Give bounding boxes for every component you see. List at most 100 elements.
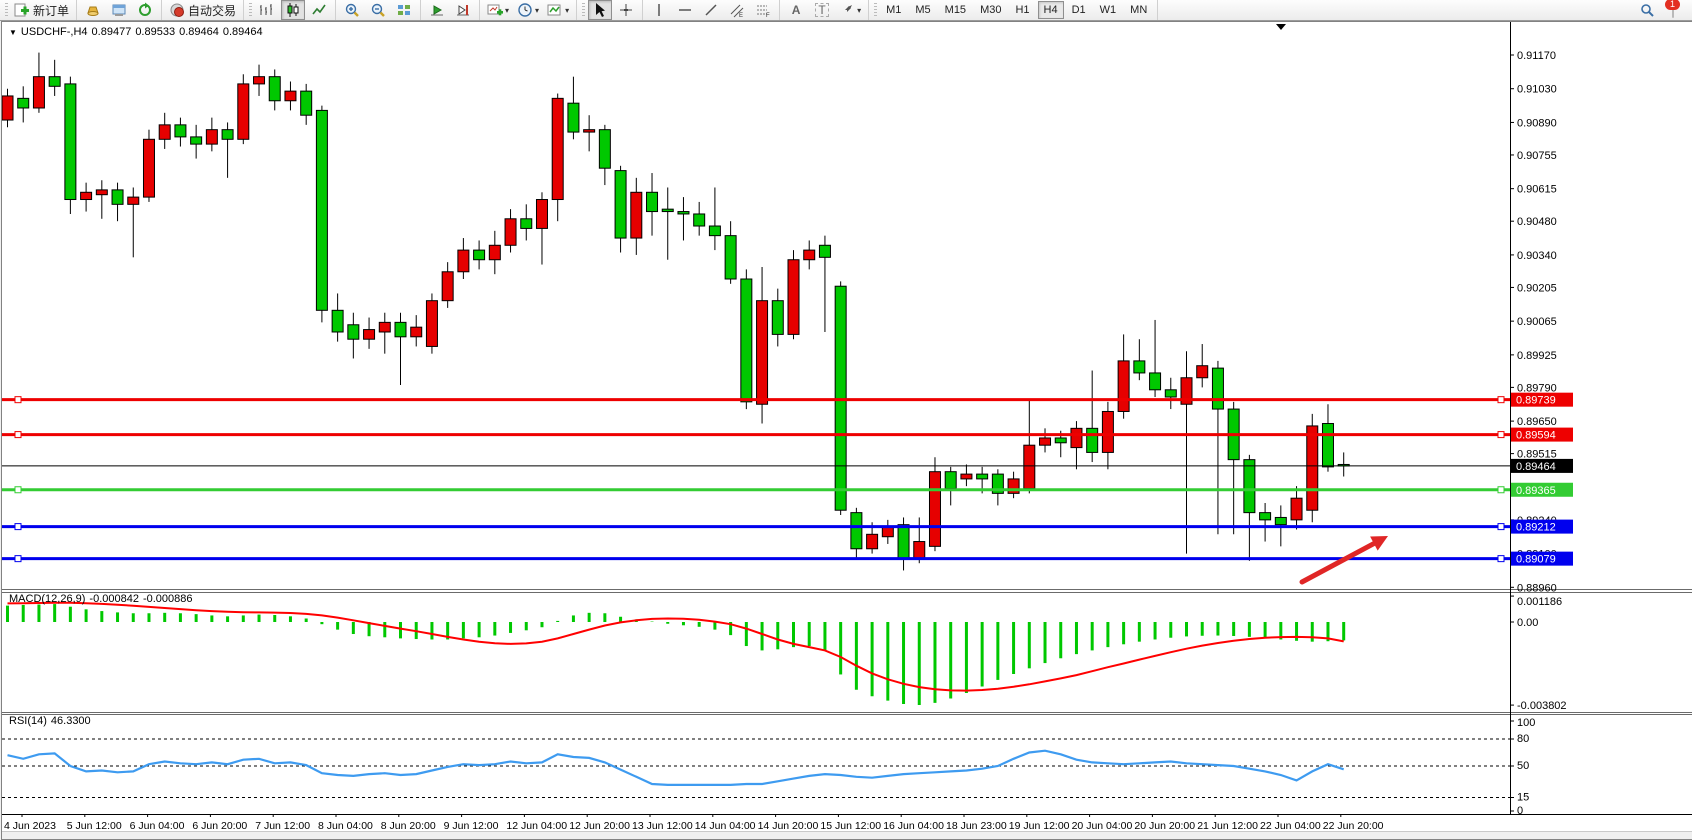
new-chart-button[interactable]: ▾ <box>484 0 512 20</box>
svg-text:0.89925: 0.89925 <box>1517 350 1557 362</box>
line-handle <box>1498 432 1504 438</box>
autotrading-group: 自动交易 <box>162 0 244 20</box>
zoom-in-button[interactable] <box>340 0 364 20</box>
chat-icon: 1 <box>1672 3 1674 17</box>
line-handle <box>1498 524 1504 530</box>
level-lines[interactable]: 0.897390.895940.893650.892120.89079 <box>2 393 1573 566</box>
svg-text:50: 50 <box>1517 760 1529 772</box>
auto-scroll-icon <box>429 2 445 18</box>
autotrading-button[interactable]: 自动交易 <box>166 0 239 20</box>
candlestick-chart-button[interactable] <box>281 0 305 20</box>
timeframe-h4[interactable]: H4 <box>1038 1 1064 19</box>
timeframe-w1[interactable]: W1 <box>1094 1 1123 19</box>
bar-chart-button[interactable] <box>255 0 279 20</box>
svg-text:100: 100 <box>1517 717 1535 729</box>
profile-button[interactable] <box>81 0 105 20</box>
indicators-button[interactable]: ▾ <box>544 0 572 20</box>
svg-text:0.90340: 0.90340 <box>1517 250 1557 262</box>
navigator-button[interactable] <box>133 0 157 20</box>
timeframe-m1[interactable]: M1 <box>880 1 907 19</box>
svg-text:0.89212: 0.89212 <box>1516 522 1556 534</box>
svg-text:0.90755: 0.90755 <box>1517 150 1557 162</box>
toolbar-grip <box>582 3 585 17</box>
trendline-button[interactable] <box>699 0 723 20</box>
zoom-out-button[interactable] <box>366 0 390 20</box>
timeframe-mn[interactable]: MN <box>1124 1 1153 19</box>
search-button[interactable] <box>1635 0 1659 20</box>
line-handle <box>1498 397 1504 403</box>
cursor-button[interactable] <box>588 0 612 20</box>
svg-text:15: 15 <box>1517 792 1529 804</box>
line-chart-button[interactable] <box>307 0 331 20</box>
notifications-button[interactable]: 1 <box>1661 0 1685 20</box>
arrows-tool-button[interactable]: ▾ <box>836 0 864 20</box>
arrows-tool-icon <box>839 2 855 18</box>
autotrading-label: 自动交易 <box>188 2 236 19</box>
auto-scroll-button[interactable] <box>425 0 449 20</box>
svg-text:0.90065: 0.90065 <box>1517 316 1557 328</box>
line-handle <box>15 397 21 403</box>
pane-separators[interactable] <box>2 22 1692 833</box>
chart-canvas[interactable]: 0.911700.910300.908900.907550.906150.904… <box>2 22 1692 839</box>
chevron-down-icon: ▾ <box>535 6 539 15</box>
new-order-icon <box>14 2 30 18</box>
new-chart-icon <box>487 2 503 18</box>
svg-text:0.89594: 0.89594 <box>1516 430 1556 442</box>
timeframe-m30[interactable]: M30 <box>974 1 1007 19</box>
line-handle <box>15 524 21 530</box>
equidistant-channel-icon: E <box>729 2 745 18</box>
tile-windows-button[interactable] <box>392 0 416 20</box>
new-order-label: 新订单 <box>33 2 69 19</box>
horizontal-line-button[interactable] <box>673 0 697 20</box>
svg-text:0.00: 0.00 <box>1517 617 1538 629</box>
toolbar-right-group: 1 <box>1631 0 1692 20</box>
market-watch-icon <box>111 2 127 18</box>
period-button[interactable]: ▾ <box>514 0 542 20</box>
line-handle <box>1498 487 1504 493</box>
rsi-pane: 1008050150 <box>2 717 1535 817</box>
timeframe-m15[interactable]: M15 <box>939 1 972 19</box>
chevron-down-icon: ▾ <box>565 6 569 15</box>
line-handle <box>15 432 21 438</box>
rsi-indicator-label: RSI(14)46.3300 <box>9 715 95 727</box>
svg-text:0.90205: 0.90205 <box>1517 282 1557 294</box>
timeframe-h1[interactable]: H1 <box>1009 1 1035 19</box>
tile-windows-icon <box>396 2 412 18</box>
timeframe-m5[interactable]: M5 <box>909 1 936 19</box>
text-tools-group: A T ▾ <box>780 0 869 20</box>
rsi-value: 46.3300 <box>51 715 91 727</box>
timeframe-d1[interactable]: D1 <box>1066 1 1092 19</box>
text-label-button[interactable]: T <box>810 0 834 20</box>
chevron-down-icon: ▾ <box>857 6 861 15</box>
zoom-group <box>336 0 421 20</box>
chart-open: 0.89477 <box>92 26 132 38</box>
view-group <box>77 0 162 20</box>
vertical-line-button[interactable] <box>647 0 671 20</box>
market-watch-button[interactable] <box>107 0 131 20</box>
crosshair-button[interactable] <box>614 0 638 20</box>
timeframe-group: M1 M5 M15 M30 H1 H4 D1 W1 MN <box>869 0 1158 20</box>
cursor-icon <box>592 2 608 18</box>
chart-high: 0.89533 <box>135 26 175 38</box>
new-order-button[interactable]: 新订单 <box>11 0 72 20</box>
time-axis: 4 Jun 20235 Jun 12:006 Jun 04:006 Jun 20… <box>4 814 1384 832</box>
chart-symbol-period: USDCHF-,H4 <box>21 26 88 38</box>
equidistant-channel-button[interactable]: E <box>725 0 749 20</box>
text-tool-icon: A <box>792 4 801 16</box>
fibonacci-button[interactable]: F <box>751 0 775 20</box>
trendline-icon <box>703 2 719 18</box>
svg-text:0: 0 <box>1517 805 1523 817</box>
chart-dropdown-arrow[interactable]: ▼ <box>9 28 17 37</box>
line-handle <box>15 487 21 493</box>
bar-chart-icon <box>259 2 275 18</box>
crosshair-icon <box>618 2 634 18</box>
chart-window: ▼USDCHF-,H40.894770.895330.894640.89464 … <box>1 21 1692 840</box>
chart-close: 0.89464 <box>223 26 263 38</box>
text-tool-button[interactable]: A <box>784 0 808 20</box>
toolbar-grip <box>874 3 877 17</box>
svg-text:0.90480: 0.90480 <box>1517 216 1557 228</box>
line-handle <box>15 556 21 562</box>
chart-shift-button[interactable] <box>451 0 475 20</box>
channel-glyph: E <box>739 13 743 18</box>
window-bottom-strip <box>2 831 1692 839</box>
